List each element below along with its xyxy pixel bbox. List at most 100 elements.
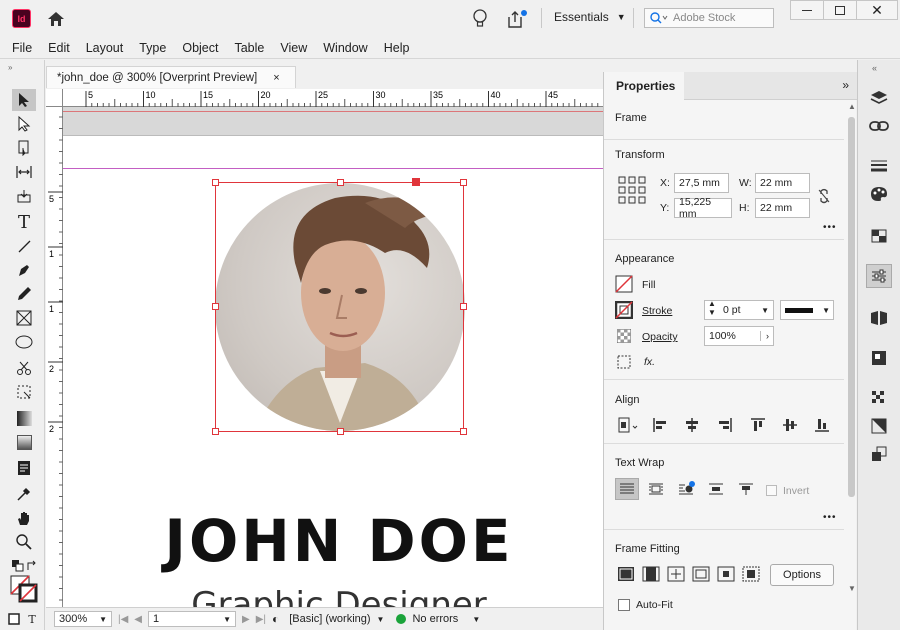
vertical-ruler[interactable]: 5 1 1 2 2 — [46, 107, 63, 607]
menu-window[interactable]: Window — [315, 41, 375, 55]
effects-panel-icon[interactable] — [866, 386, 892, 410]
document-tab[interactable]: *john_doe @ 300% [Overprint Preview] × — [46, 66, 296, 88]
minimize-button[interactable] — [790, 0, 824, 20]
normal-mode-icon[interactable] — [6, 608, 22, 630]
stepper-icon[interactable]: ▲ ▼ — [708, 299, 716, 317]
effects-icon[interactable]: fx. — [644, 356, 655, 368]
menu-table[interactable]: Table — [226, 41, 272, 55]
menu-help[interactable]: Help — [376, 41, 418, 55]
align-top-icon[interactable] — [748, 415, 768, 435]
constrain-proportions-icon[interactable] — [814, 186, 834, 206]
workspace-switcher[interactable]: Essentials ▼ — [554, 10, 626, 24]
invert-checkbox[interactable] — [766, 485, 777, 496]
gradient-panel-icon[interactable] — [866, 414, 892, 438]
fit-content-proportionally-icon[interactable] — [641, 564, 661, 584]
horizontal-ruler[interactable]: 510152025303540455 — [46, 89, 603, 107]
links-icon[interactable] — [866, 114, 892, 138]
ellipse-tool-icon[interactable] — [12, 331, 36, 353]
scissors-tool-icon[interactable] — [12, 357, 36, 379]
menu-view[interactable]: View — [272, 41, 315, 55]
zoom-select[interactable]: 300% ▼ — [54, 611, 112, 627]
ruler-origin[interactable] — [46, 89, 63, 107]
no-text-wrap-icon[interactable] — [615, 478, 639, 500]
name-headline[interactable]: JOHN DOE — [63, 507, 603, 575]
pen-tool-icon[interactable] — [12, 259, 36, 281]
stroke-link[interactable]: Stroke — [642, 305, 672, 317]
fit-content-to-frame-icon[interactable] — [691, 564, 711, 584]
stroke-type-select[interactable]: ▼ — [780, 300, 834, 320]
collapse-icon[interactable]: » — [8, 63, 12, 72]
close-window-button[interactable]: ✕ — [856, 0, 898, 20]
next-page-icon[interactable]: ▶ — [242, 614, 250, 625]
line-tool-icon[interactable] — [12, 235, 36, 257]
align-horizontal-center-icon[interactable] — [682, 415, 702, 435]
direct-selection-tool-icon[interactable] — [12, 113, 36, 135]
color-panel-icon[interactable] — [866, 182, 892, 206]
tab-properties[interactable]: Properties — [604, 72, 684, 100]
page-number-field[interactable]: 1 ▼ — [148, 611, 236, 627]
width-field[interactable]: 22 mm — [755, 173, 810, 193]
gradient-feather-tool-icon[interactable] — [12, 431, 36, 453]
resize-handle[interactable] — [460, 428, 467, 435]
menu-type[interactable]: Type — [131, 41, 174, 55]
graphic-frame[interactable] — [212, 178, 467, 435]
jump-to-next-column-icon[interactable] — [736, 479, 756, 499]
document-canvas[interactable]: JOHN DOE Graphic Designer — [63, 107, 603, 607]
auto-fit-checkbox[interactable] — [618, 599, 630, 611]
fill-frame-proportionally-icon[interactable] — [616, 564, 636, 584]
chevron-down-icon[interactable]: ▼ — [377, 615, 385, 624]
chevron-down-icon[interactable]: ▼ — [472, 615, 480, 624]
free-transform-tool-icon[interactable] — [12, 381, 36, 403]
properties-panel-icon[interactable] — [866, 264, 892, 288]
formatting-text-icon[interactable]: T — [24, 608, 40, 630]
note-tool-icon[interactable] — [12, 457, 36, 479]
selection-tool-icon[interactable] — [12, 89, 36, 111]
resize-handle[interactable] — [337, 179, 344, 186]
align-right-icon[interactable] — [715, 415, 735, 435]
gradient-swatch-tool-icon[interactable] — [12, 407, 36, 429]
corner-options-icon[interactable] — [614, 352, 634, 372]
resize-handle[interactable] — [212, 428, 219, 435]
frame-fitting-options-button[interactable]: Options — [770, 564, 834, 586]
page-tool-icon[interactable] — [12, 137, 36, 159]
wrap-object-shape-icon[interactable] — [677, 479, 697, 499]
preflight-profile[interactable]: [Basic] (working) — [289, 613, 370, 625]
wrap-bounding-box-icon[interactable] — [646, 479, 666, 499]
height-field[interactable]: 22 mm — [755, 198, 810, 218]
opacity-field[interactable]: 100% › — [704, 326, 774, 346]
y-position-field[interactable]: 15,225 mm — [674, 196, 732, 220]
align-to-selection-icon[interactable] — [616, 415, 642, 435]
resize-handle[interactable] — [460, 303, 467, 310]
align-left-icon[interactable] — [650, 415, 670, 435]
fill-swatch-icon[interactable] — [614, 274, 634, 294]
reference-point-icon[interactable] — [618, 176, 646, 204]
align-vertical-center-icon[interactable] — [780, 415, 800, 435]
collapse-panel-icon[interactable]: » — [842, 78, 849, 92]
panel-scrollbar-thumb[interactable] — [848, 117, 855, 497]
menu-object[interactable]: Object — [174, 41, 226, 55]
cc-libraries-icon[interactable] — [866, 346, 892, 370]
previous-page-icon[interactable]: ◀ — [134, 614, 142, 625]
lightbulb-icon[interactable] — [470, 8, 490, 30]
share-icon[interactable] — [506, 8, 528, 30]
content-collector-icon[interactable] — [12, 185, 36, 207]
pencil-tool-icon[interactable] — [12, 283, 36, 305]
open-page-icon[interactable]: ◐ — [272, 612, 279, 626]
content-aware-fit-icon[interactable] — [741, 564, 761, 584]
swatches-icon[interactable] — [866, 224, 892, 248]
resize-handle[interactable] — [212, 179, 219, 186]
subtitle-text[interactable]: Graphic Designer — [63, 585, 603, 607]
more-options-icon[interactable]: ••• — [823, 512, 837, 523]
resize-handle[interactable] — [212, 303, 219, 310]
center-content-icon[interactable] — [716, 564, 736, 584]
corner-options-handle[interactable] — [412, 178, 420, 186]
scroll-up-icon[interactable]: ▲ — [848, 102, 856, 111]
close-tab-icon[interactable]: × — [273, 72, 279, 84]
home-icon[interactable] — [46, 9, 66, 29]
stock-search-input[interactable]: Adobe Stock — [644, 8, 774, 28]
resize-handle[interactable] — [337, 428, 344, 435]
more-options-icon[interactable]: ••• — [823, 222, 837, 233]
scroll-down-icon[interactable]: ▼ — [848, 584, 856, 593]
rectangle-frame-tool-icon[interactable] — [12, 307, 36, 329]
fit-frame-to-content-icon[interactable] — [666, 564, 686, 584]
